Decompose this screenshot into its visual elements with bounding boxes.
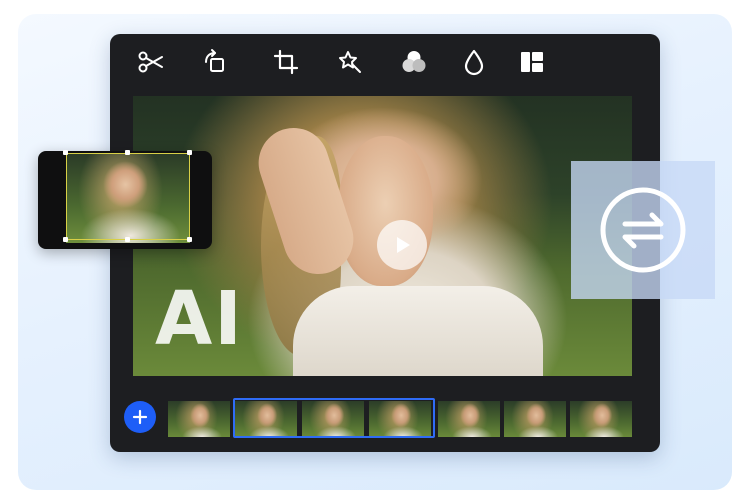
crop-preview-image (66, 153, 190, 243)
rotate-tool-button[interactable] (199, 46, 231, 78)
swap-compare-button[interactable] (597, 184, 689, 276)
layout-tool-button[interactable] (516, 46, 548, 78)
color-circles-icon (402, 51, 426, 72)
plus-icon (132, 409, 148, 425)
droplet-icon (464, 49, 484, 76)
timeline-thumbnail[interactable] (168, 401, 230, 437)
play-icon (397, 237, 410, 253)
cut-tool-button[interactable] (135, 46, 167, 78)
timeline-thumbnail[interactable] (504, 401, 566, 437)
color-tool-button[interactable] (398, 46, 430, 78)
timeline-thumbnail[interactable] (438, 401, 500, 437)
timeline-thumbnail[interactable] (570, 401, 632, 437)
ai-badge-text: AI (155, 276, 244, 362)
timeline-thumbnail[interactable] (369, 401, 431, 437)
swap-arrows-icon (600, 187, 686, 273)
timeline-filmstrip (110, 394, 660, 442)
compare-panel (571, 161, 715, 299)
ai-enhance-tool-button[interactable] (334, 46, 366, 78)
crop-handle[interactable] (125, 237, 130, 242)
timeline-thumbnail[interactable] (302, 401, 364, 437)
adjust-tool-button[interactable] (458, 46, 490, 78)
crop-handle[interactable] (187, 150, 192, 155)
scissors-icon (138, 51, 163, 73)
timeline-thumbnail[interactable] (235, 401, 297, 437)
crop-handle[interactable] (63, 237, 68, 242)
crop-handle[interactable] (125, 150, 130, 155)
play-button[interactable] (377, 220, 427, 270)
rotate-icon (205, 49, 224, 72)
crop-tool-button[interactable] (270, 46, 302, 78)
crop-preview-card (38, 150, 212, 249)
add-clip-button[interactable] (124, 401, 156, 433)
preview-subject-shirt (293, 286, 543, 376)
layout-icon (521, 52, 543, 72)
crop-handle[interactable] (63, 150, 68, 155)
crop-handle[interactable] (187, 237, 192, 242)
editor-toolbar (110, 34, 660, 90)
crop-icon (273, 49, 299, 75)
magic-wand-icon (339, 51, 361, 73)
